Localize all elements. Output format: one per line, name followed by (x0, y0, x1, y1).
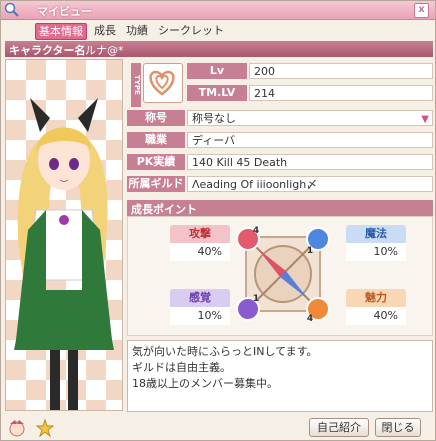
tab-growth[interactable]: 成長 (91, 23, 119, 38)
badge-attack: 4 (253, 226, 259, 236)
search-person-icon (4, 2, 19, 17)
growth-header: 成長ポイント (127, 200, 433, 216)
type-box: TYPE (127, 59, 185, 109)
guild-label: 所属ギルド (127, 176, 185, 192)
pk-value: 140 Kill 45 Death (187, 154, 433, 170)
title-bar[interactable]: マイビュー x (1, 1, 435, 20)
stat-sense: 感覚 10% (170, 289, 230, 327)
close-button[interactable]: 閉じる (375, 418, 421, 437)
stat-attack-value: 40% (170, 243, 230, 261)
lv-label: Lv (187, 63, 247, 79)
stat-magic: 魔法 10% (346, 225, 406, 263)
title-value: 称号なし (192, 112, 236, 125)
job-row: 職業 ディーバ (127, 132, 433, 148)
stat-charm-label: 魅力 (346, 289, 406, 307)
character-name-bar: キャラクター名 ルナ@* (5, 41, 433, 57)
character-name: ルナ@* (85, 44, 124, 57)
badge-sense: 1 (253, 294, 259, 304)
job-value: ディーバ (187, 132, 433, 148)
pet-icon[interactable] (35, 418, 55, 438)
title-row: 称号 称号なし ▼ (127, 110, 433, 126)
pk-label: PK実績 (127, 154, 185, 170)
tmlv-row: TM.LV 214 (187, 85, 433, 101)
stat-sense-value: 10% (170, 307, 230, 325)
heart-spiral-icon (143, 63, 183, 103)
type-label: TYPE (131, 63, 141, 107)
lv-value: 200 (249, 63, 433, 79)
self-intro-button[interactable]: 自己紹介 (309, 418, 369, 437)
growth-compass: 4 1 1 4 (236, 226, 330, 324)
stat-charm: 魅力 40% (346, 289, 406, 327)
intro-line: ギルドは自由主義。 (132, 361, 231, 374)
character-face-icon[interactable] (7, 418, 27, 438)
stat-attack: 攻撃 40% (170, 225, 230, 263)
character-portrait (5, 59, 123, 411)
close-icon[interactable]: x (414, 3, 429, 18)
tmlv-label: TM.LV (187, 85, 247, 101)
dropdown-arrow-icon[interactable]: ▼ (421, 112, 429, 128)
window-title: マイビュー (37, 5, 92, 18)
pk-row: PK実績 140 Kill 45 Death (127, 154, 433, 170)
bottom-bar: 自己紹介 閉じる (1, 415, 435, 440)
character-name-label: キャラクター名 (9, 44, 86, 57)
myview-window: マイビュー x 基本情報 成長 功績 シークレット キャラクター名 ルナ@* T… (0, 0, 436, 441)
title-select[interactable]: 称号なし ▼ (187, 110, 433, 126)
intro-line: 18歳以上のメンバー募集中。 (132, 377, 278, 390)
stat-sense-label: 感覚 (170, 289, 230, 307)
growth-panel: 攻撃 40% 魔法 10% 感覚 10% 魅力 40% 4 1 1 4 (127, 216, 433, 336)
character-illustration (14, 98, 114, 410)
badge-magic: 1 (307, 246, 313, 256)
lv-row: Lv 200 (187, 63, 433, 79)
badge-charm: 4 (307, 314, 313, 324)
tab-bar: 基本情報 成長 功績 シークレット (35, 23, 227, 40)
tab-secret[interactable]: シークレット (155, 23, 227, 38)
tab-achievements[interactable]: 功績 (123, 23, 151, 38)
stat-attack-label: 攻撃 (170, 225, 230, 243)
guild-row: 所属ギルド Λeading Of iiioonligh〆 (127, 176, 433, 192)
stat-magic-value: 10% (346, 243, 406, 261)
stat-charm-value: 40% (346, 307, 406, 325)
job-label: 職業 (127, 132, 185, 148)
title-label: 称号 (127, 110, 185, 126)
intro-line: 気が向いた時にふらっとINしてます。 (132, 345, 318, 358)
tab-basic-info[interactable]: 基本情報 (35, 23, 87, 40)
stat-magic-label: 魔法 (346, 225, 406, 243)
self-intro-text: 気が向いた時にふらっとINしてます。 ギルドは自由主義。 18歳以上のメンバー募… (127, 340, 433, 412)
growth-header-label: 成長ポイント (131, 203, 197, 216)
tmlv-value: 214 (249, 85, 433, 101)
guild-value: Λeading Of iiioonligh〆 (187, 176, 433, 192)
